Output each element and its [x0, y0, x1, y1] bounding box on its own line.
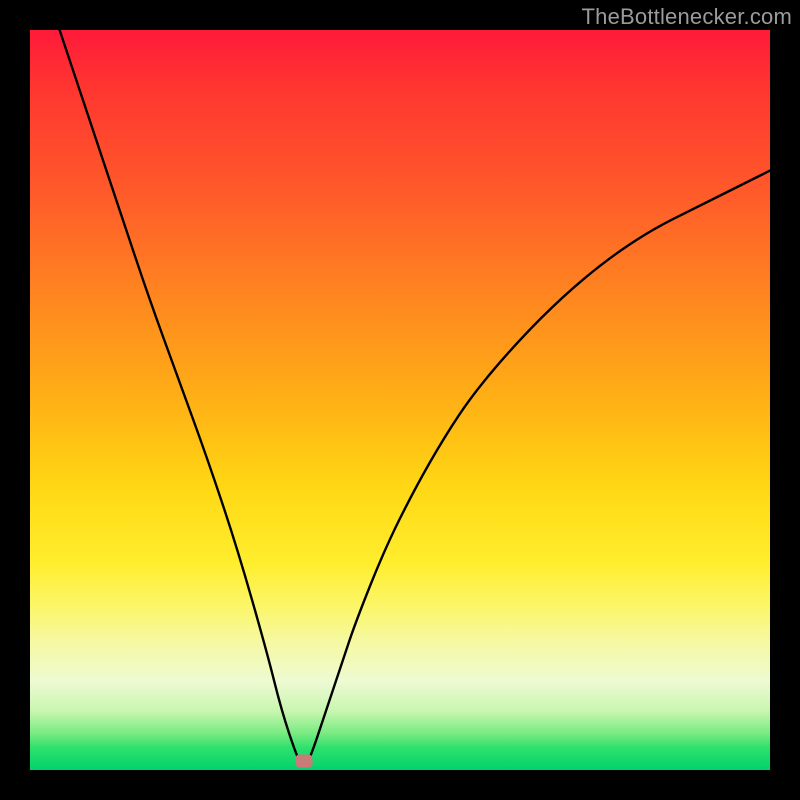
- attribution-label: TheBottlenecker.com: [582, 4, 792, 30]
- plot-area: [30, 30, 770, 770]
- bottleneck-curve: [30, 30, 770, 770]
- chart-container: TheBottlenecker.com: [0, 0, 800, 800]
- optimal-point-marker: [295, 755, 312, 768]
